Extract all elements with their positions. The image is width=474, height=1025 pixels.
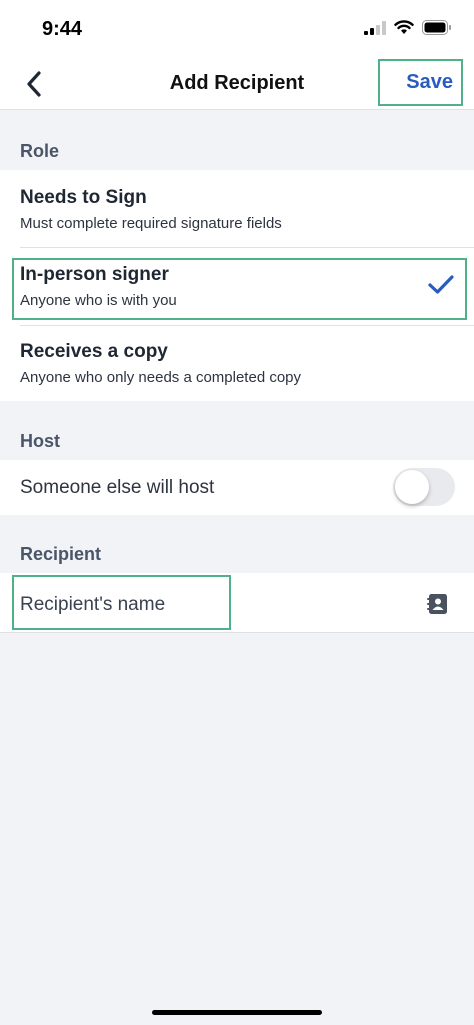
- role-option-needs-to-sign[interactable]: Needs to Sign Must complete required sig…: [0, 170, 474, 247]
- nav-bar: Add Recipient Save: [0, 58, 474, 110]
- option-title: Needs to Sign: [20, 187, 147, 208]
- option-title: In-person signer: [20, 264, 169, 285]
- host-toggle[interactable]: [393, 468, 455, 506]
- checkmark-icon: [428, 275, 454, 294]
- battery-icon: [422, 20, 451, 35]
- status-bar: 9:44: [0, 0, 474, 58]
- recipient-name-input[interactable]: [20, 590, 380, 620]
- role-section-header: Role: [20, 141, 60, 161]
- option-subtitle: Anyone who only needs a completed copy: [20, 369, 302, 386]
- status-time: 9:44: [42, 18, 83, 40]
- home-indicator: [152, 1010, 322, 1015]
- role-options-list: Needs to Sign Must complete required sig…: [0, 170, 474, 401]
- cellular-signal-icon: [364, 20, 386, 35]
- contacts-button[interactable]: [426, 592, 454, 616]
- host-row: Someone else will host: [0, 460, 474, 515]
- contact-book-icon: [427, 594, 447, 614]
- role-option-receives-a-copy[interactable]: Receives a copy Anyone who only needs a …: [0, 326, 474, 401]
- host-section-header: Host: [20, 431, 60, 451]
- recipient-section-header: Recipient: [20, 544, 102, 564]
- wifi-icon: [394, 20, 414, 34]
- host-toggle-label: Someone else will host: [20, 477, 215, 498]
- role-option-in-person-signer[interactable]: In-person signer Anyone who is with you: [0, 248, 474, 325]
- option-subtitle: Must complete required signature fields: [20, 215, 282, 232]
- option-title: Receives a copy: [20, 341, 168, 362]
- status-icons: [364, 20, 452, 35]
- toggle-knob: [395, 470, 429, 504]
- save-button[interactable]: Save: [378, 59, 463, 106]
- option-subtitle: Anyone who is with you: [20, 292, 177, 309]
